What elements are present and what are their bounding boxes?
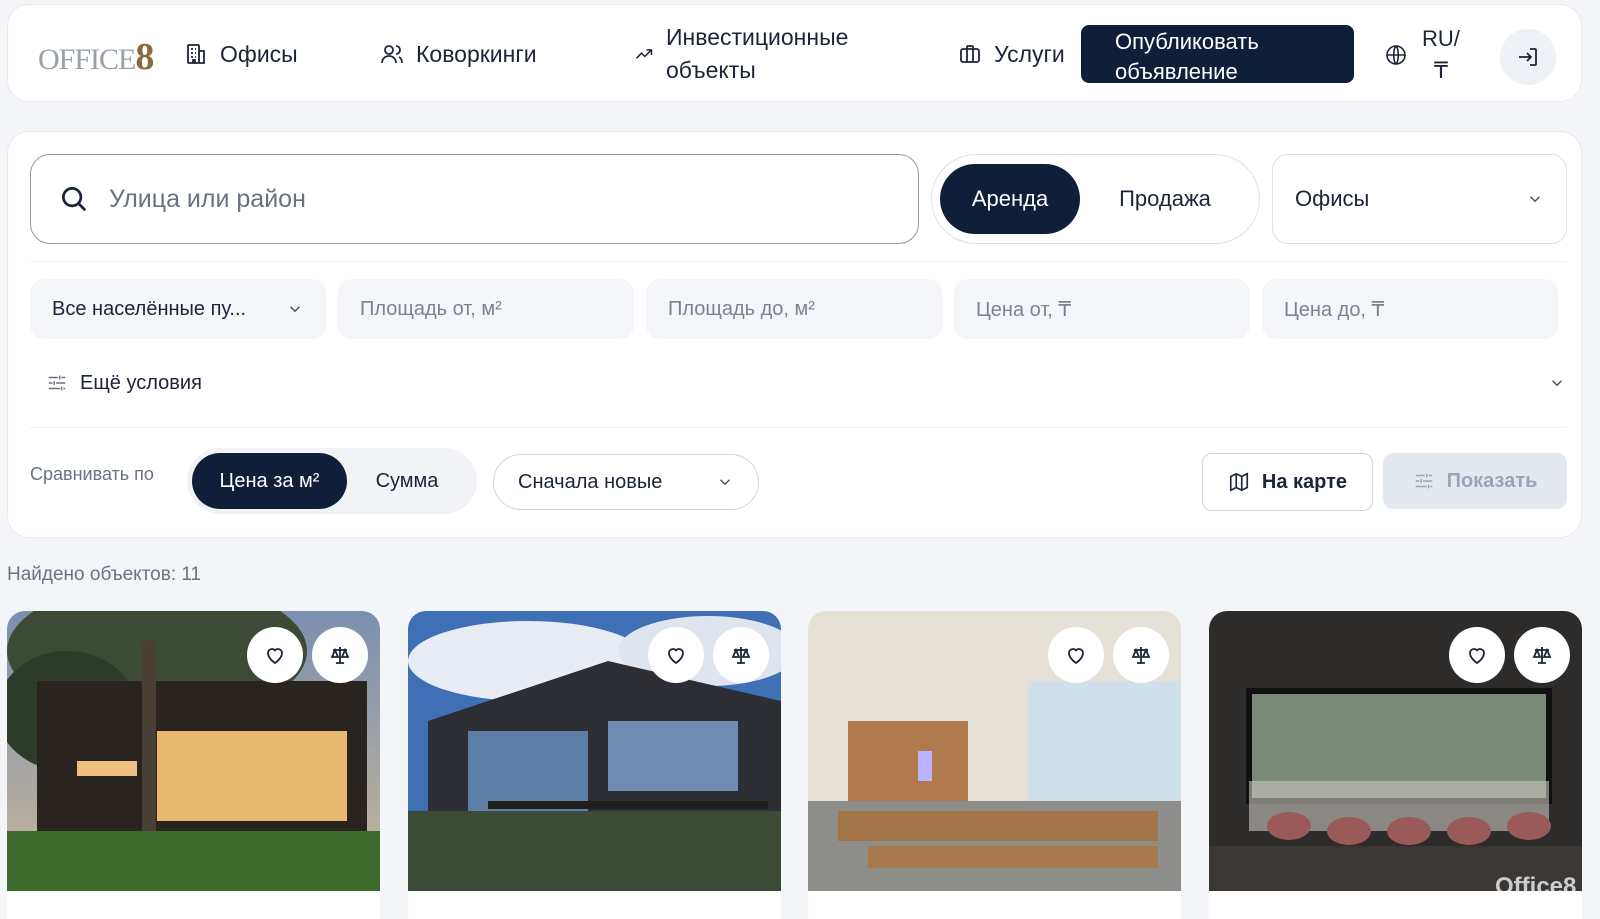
login-button[interactable]	[1500, 29, 1556, 85]
scales-icon	[1532, 647, 1552, 664]
logo-text: OFFICE	[38, 43, 136, 76]
building-icon	[187, 44, 205, 64]
sort-select[interactable]: Сначала новые	[493, 454, 759, 510]
heart-icon	[1068, 648, 1084, 665]
show-results-label: Показать	[1446, 469, 1538, 492]
search-icon	[62, 187, 87, 212]
deal-rent-option[interactable]: Аренда	[940, 164, 1080, 234]
more-conditions-toggle[interactable]: Ещё условия	[46, 360, 1566, 406]
chevron-down-icon	[289, 306, 301, 313]
scales-icon	[1131, 647, 1151, 664]
publish-listing-button[interactable]: Опубликовать объявление	[1081, 25, 1354, 84]
price-to-field[interactable]: Цена до, ₸	[1262, 279, 1558, 339]
property-type-select[interactable]: Офисы	[1272, 154, 1567, 244]
sliders-icon	[48, 375, 66, 391]
nav-offices[interactable]: Офисы	[184, 25, 298, 83]
area-to-placeholder: Площадь до, м²	[668, 297, 815, 320]
top-navigation-bar: OFFICE8 Офисы Коворкинги Инвестиционные о…	[7, 4, 1582, 102]
deal-sale-option[interactable]: Продажа	[1080, 164, 1250, 234]
compare-by-toggle: Цена за м² Сумма	[187, 448, 477, 514]
users-icon	[381, 45, 403, 64]
map-icon	[1229, 472, 1248, 492]
heart-icon	[668, 648, 684, 665]
nav-investment-label: Инвестиционные объекты	[666, 24, 849, 83]
divider	[30, 261, 1567, 262]
divider	[30, 427, 1567, 428]
sort-select-value: Сначала новые	[518, 470, 663, 493]
more-conditions-label: Ещё условия	[80, 371, 202, 394]
area-from-placeholder: Площадь от, м²	[360, 297, 502, 320]
city-select-value: Все населённые пу...	[52, 297, 247, 320]
language-currency-switcher[interactable]: RU/₸	[1384, 25, 1460, 85]
login-icon	[1519, 48, 1537, 66]
show-on-map-button[interactable]: На карте	[1202, 453, 1373, 511]
price-from-placeholder: Цена от, ₸	[976, 298, 1072, 321]
favorite-button[interactable]	[1048, 627, 1104, 683]
deal-type-toggle: Аренда Продажа	[931, 154, 1260, 244]
compare-button[interactable]	[312, 627, 368, 683]
sliders-icon	[1415, 473, 1432, 489]
search-input[interactable]	[109, 184, 869, 214]
chevron-down-icon	[1529, 196, 1541, 203]
filters-panel: Аренда Продажа Офисы Все населённые пу..…	[7, 131, 1582, 538]
scales-icon	[731, 647, 751, 664]
search-box[interactable]	[30, 154, 919, 244]
heart-icon	[1469, 648, 1485, 665]
price-from-field[interactable]: Цена от, ₸	[954, 279, 1250, 339]
show-on-map-label: На карте	[1261, 470, 1348, 493]
favorite-button[interactable]	[648, 627, 704, 683]
listing-card[interactable]	[808, 611, 1181, 919]
price-to-placeholder: Цена до, ₸	[1284, 298, 1385, 321]
chevron-down-icon	[1551, 380, 1563, 387]
area-to-field[interactable]: Площадь до, м²	[646, 279, 942, 339]
logo-eight: 8	[135, 36, 154, 78]
briefcase-icon	[960, 45, 980, 63]
watermark: Office8	[1495, 873, 1577, 900]
scales-icon	[330, 647, 350, 664]
nav-services-label: Услуги	[994, 40, 1065, 67]
chevron-down-icon	[719, 479, 731, 486]
compare-total-option[interactable]: Сумма	[347, 453, 467, 509]
trend-up-icon	[635, 49, 653, 59]
listing-card[interactable]	[408, 611, 781, 919]
language-currency-label: RU/₸	[1422, 26, 1460, 83]
favorite-button[interactable]	[247, 627, 303, 683]
nav-offices-label: Офисы	[220, 40, 298, 67]
area-from-field[interactable]: Площадь от, м²	[338, 279, 634, 339]
nav-coworkings-label: Коворкинги	[416, 40, 537, 67]
compare-button[interactable]	[713, 627, 769, 683]
compare-button[interactable]	[1113, 627, 1169, 683]
nav-coworkings[interactable]: Коворкинги	[380, 25, 537, 83]
city-select[interactable]: Все населённые пу...	[30, 279, 326, 339]
nav-services[interactable]: Услуги	[958, 25, 1065, 83]
show-results-button[interactable]: Показать	[1383, 453, 1567, 509]
favorite-button[interactable]	[1449, 627, 1505, 683]
results-count: Найдено объектов: 11	[7, 564, 202, 585]
compare-button[interactable]	[1514, 627, 1570, 683]
heart-icon	[267, 648, 283, 665]
property-type-value: Офисы	[1295, 186, 1370, 211]
compare-by-label: Сравнивать по	[30, 464, 154, 484]
office8-logo[interactable]: OFFICE8	[38, 35, 154, 79]
listing-card[interactable]	[7, 611, 380, 919]
globe-icon	[1386, 45, 1406, 65]
compare-price-per-sqm-option[interactable]: Цена за м²	[192, 453, 347, 509]
nav-investment-objects[interactable]: Инвестиционные объекты	[634, 24, 848, 83]
